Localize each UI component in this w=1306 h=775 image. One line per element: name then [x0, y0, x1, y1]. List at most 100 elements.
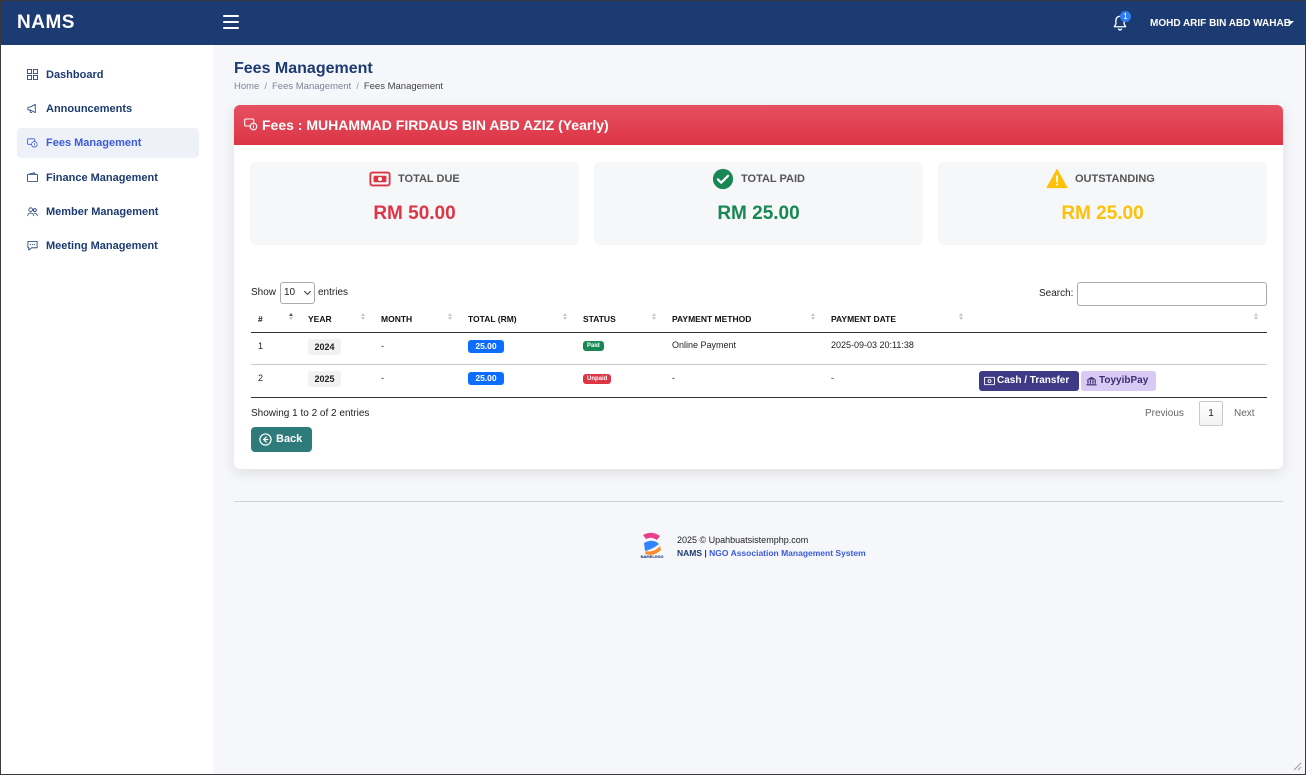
fees-card: Fees : MUHAMMAD FIRDAUS BIN ABD AZIZ (Ye…: [234, 105, 1283, 469]
stat-value: RM 50.00: [373, 203, 456, 224]
footer-brand: NAMS |: [677, 548, 707, 558]
footer-system-name: NAMS | NGO Association Management System: [677, 548, 866, 558]
column-header-year[interactable]: YEAR: [308, 314, 332, 324]
amount-badge: 25.00: [468, 372, 504, 385]
show-label: Show: [251, 287, 277, 298]
stat-value: RM 25.00: [717, 203, 800, 224]
money-icon: [369, 171, 391, 187]
sort-icon: [810, 312, 816, 324]
stat-label: OUTSTANDING: [1075, 173, 1155, 185]
check-circle-icon: [712, 168, 734, 190]
cell-payment-method: -: [672, 373, 675, 383]
footer-divider: [234, 501, 1283, 502]
sort-icon: [288, 312, 294, 324]
sidebar-item-label: Meeting Management: [46, 240, 158, 252]
back-button[interactable]: Back: [251, 427, 312, 452]
chevron-down-icon: [303, 287, 312, 296]
toyyibpay-label: ToyyibPay: [1099, 375, 1149, 386]
cell-no: 1: [258, 341, 264, 351]
sort-icon: [360, 312, 366, 324]
stat-label: TOTAL PAID: [741, 173, 805, 185]
row-divider: [251, 364, 1267, 365]
footer-system-title: NGO Association Management System: [709, 548, 866, 558]
search-label: Search:: [1039, 288, 1074, 299]
wallet-icon: [27, 172, 38, 183]
cash-transfer-button[interactable]: Cash / Transfer: [979, 371, 1079, 391]
sidebar-item-label: Finance Management: [46, 172, 158, 184]
sort-icon: [562, 312, 568, 324]
search-input[interactable]: [1077, 282, 1267, 306]
table-footer-divider: [251, 397, 1267, 398]
cash-transfer-label: Cash / Transfer: [997, 375, 1070, 386]
sidebar-item-label: Fees Management: [46, 137, 142, 149]
column-header-payment-method[interactable]: PAYMENT METHOD: [672, 314, 751, 324]
footer-logo: NAMELOGO: [640, 532, 664, 559]
resize-handle-icon[interactable]: [1292, 761, 1302, 771]
users-icon: [27, 207, 38, 217]
breadcrumb-fees-management[interactable]: Fees Management: [272, 81, 351, 92]
sort-icon: [958, 312, 964, 324]
stat-outstanding: OUTSTANDING RM 25.00: [938, 162, 1267, 245]
stat-value: RM 25.00: [1061, 203, 1144, 224]
grid-icon: [27, 69, 38, 80]
cell-payment-date: 2025-09-03 20:11:38: [831, 340, 914, 350]
sidebar-item-member-management[interactable]: Member Management: [17, 197, 199, 227]
breadcrumb-home[interactable]: Home: [234, 81, 259, 92]
column-header-status[interactable]: STATUS: [583, 314, 616, 324]
stat-label: TOTAL DUE: [398, 173, 460, 185]
menu-toggle-icon[interactable]: [223, 15, 239, 29]
sidebar-item-fees-management[interactable]: Fees Management: [17, 128, 199, 158]
entries-label: entries: [318, 287, 349, 298]
sort-icon: [447, 312, 453, 324]
pagination-previous[interactable]: Previous: [1145, 408, 1184, 419]
column-header-no[interactable]: #: [258, 314, 263, 324]
page-title: Fees Management: [234, 60, 373, 77]
pagination-page-1[interactable]: 1: [1199, 401, 1223, 426]
column-header-month[interactable]: MONTH: [381, 314, 412, 324]
page-size-select[interactable]: 10: [280, 282, 315, 304]
cell-month: -: [381, 373, 384, 383]
user-menu[interactable]: MOHD ARIF BIN ABD WAHAB: [1150, 18, 1291, 29]
logo-text: NAMELOGO: [640, 555, 663, 559]
notification-badge: 1: [1120, 11, 1131, 22]
year-badge: 2025: [308, 371, 341, 387]
sort-icon: [1253, 312, 1259, 324]
breadcrumb: Home / Fees Management / Fees Management: [234, 81, 444, 92]
sidebar-item-announcements[interactable]: Announcements: [17, 94, 199, 124]
app-window: NAMS 1 MOHD ARIF BIN ABD WAHAB Dashboard…: [0, 0, 1306, 775]
amount-badge: 25.00: [468, 340, 504, 353]
toyyibpay-button[interactable]: ToyyibPay: [1081, 371, 1156, 391]
status-badge: Unpaid: [583, 374, 612, 384]
sidebar-item-finance-management[interactable]: Finance Management: [17, 163, 199, 193]
arrow-left-circle-icon: [259, 433, 272, 446]
fee-icon: [27, 138, 38, 148]
stat-total-paid: TOTAL PAID RM 25.00: [594, 162, 923, 245]
cell-payment-date: -: [831, 373, 834, 383]
sidebar-item-label: Dashboard: [46, 69, 104, 81]
top-navbar: NAMS 1 MOHD ARIF BIN ABD WAHAB: [1, 1, 1305, 45]
sidebar-item-dashboard[interactable]: Dashboard: [17, 60, 199, 90]
column-header-payment-date[interactable]: PAYMENT DATE: [831, 314, 896, 324]
sidebar-item-label: Member Management: [46, 206, 159, 218]
pagination-next[interactable]: Next: [1234, 408, 1255, 419]
brand-logo[interactable]: NAMS: [17, 12, 75, 34]
money-icon: [984, 376, 995, 386]
column-header-total[interactable]: TOTAL (RM): [468, 314, 517, 324]
chevron-down-icon[interactable]: [1288, 21, 1294, 24]
cell-month: -: [381, 341, 384, 351]
warning-icon: [1046, 168, 1068, 189]
megaphone-icon: [27, 103, 36, 114]
sidebar-item-meeting-management[interactable]: Meeting Management: [17, 231, 199, 261]
card-header: Fees : MUHAMMAD FIRDAUS BIN ABD AZIZ (Ye…: [234, 105, 1283, 145]
sidebar: Dashboard Announcements Fees Management …: [1, 45, 213, 774]
footer-copyright: 2025 © Upahbuatsistemphp.com: [677, 535, 809, 545]
table-info: Showing 1 to 2 of 2 entries: [251, 408, 370, 419]
year-badge: 2024: [308, 339, 341, 355]
breadcrumb-current: Fees Management: [363, 81, 444, 92]
stat-total-due: TOTAL DUE RM 50.00: [250, 162, 579, 245]
chat-icon: [27, 240, 38, 251]
cell-no: 2: [258, 373, 264, 383]
table-header-divider: [251, 332, 1267, 333]
sidebar-item-label: Announcements: [46, 103, 133, 115]
status-badge: Paid: [583, 341, 604, 351]
